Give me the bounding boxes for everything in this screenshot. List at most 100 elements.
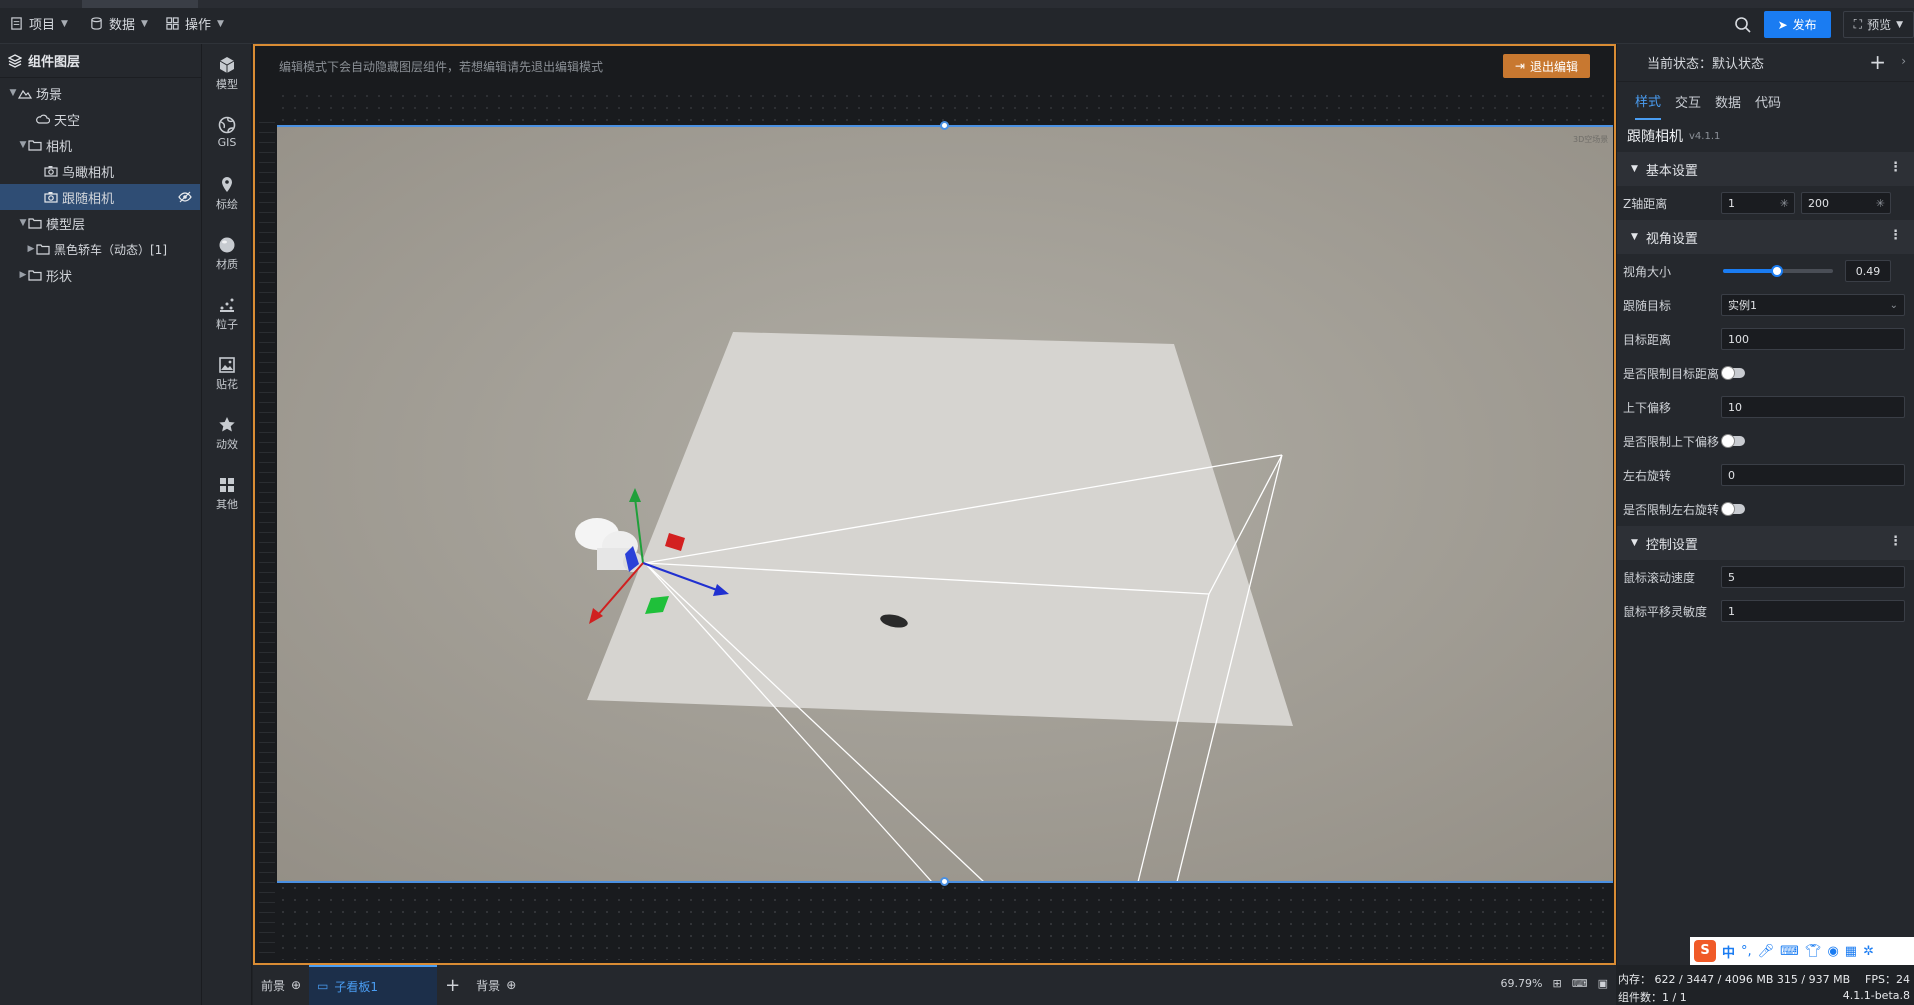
caret-right-icon[interactable]: ▶ xyxy=(18,270,28,280)
section-control[interactable]: ▼ 控制设置 ⋮ xyxy=(1617,526,1914,560)
z-min-input[interactable]: 1 ✳ xyxy=(1721,192,1795,214)
terminal-icon[interactable]: ▣ xyxy=(1598,977,1608,990)
vertical-offset-input[interactable]: 10 xyxy=(1721,396,1905,418)
menu-project[interactable]: 项目 ▼ xyxy=(10,14,68,33)
keyboard-icon[interactable]: ⌨ xyxy=(1780,944,1799,959)
tab-foreground[interactable]: 前景 ⊕ xyxy=(253,965,309,1005)
tab-interaction[interactable]: 交互 xyxy=(1675,84,1701,119)
zoom-level: 69.79% xyxy=(1500,977,1543,990)
caret-down-icon[interactable]: ▼ xyxy=(8,88,18,98)
tree-item-birdseye-camera[interactable]: 鸟瞰相机 xyxy=(0,158,200,184)
sidebar-item-label: 其他 xyxy=(216,498,238,511)
caret-right-icon[interactable]: ▶ xyxy=(26,244,36,254)
fov-slider-track[interactable] xyxy=(1723,265,1833,277)
fov-value-input[interactable]: 0.49 xyxy=(1845,260,1891,282)
tree-item-shape[interactable]: ▶ 形状 xyxy=(0,262,200,288)
apps-icon[interactable]: ▦ xyxy=(1845,944,1857,959)
add-board-button[interactable]: + xyxy=(437,965,468,1005)
prop-label: 是否限制目标距离 xyxy=(1623,366,1720,381)
tree-item-model-layer[interactable]: ▼ 模型层 xyxy=(0,210,200,236)
limit-target-distance-toggle[interactable] xyxy=(1721,366,1745,380)
more-icon[interactable]: ⋮ xyxy=(1889,160,1902,175)
search-icon[interactable] xyxy=(1734,16,1752,34)
limit-vertical-offset-toggle[interactable] xyxy=(1721,434,1745,448)
z-max-input[interactable]: 200 ✳ xyxy=(1801,192,1891,214)
sidebar-item-decal[interactable]: 贴花 xyxy=(202,356,252,392)
sidebar-item-model[interactable]: 模型 xyxy=(202,56,252,92)
punctuation-icon[interactable]: °, xyxy=(1741,944,1752,959)
exit-edit-button[interactable]: ⇥ 退出编辑 xyxy=(1502,54,1590,78)
add-circle-icon[interactable]: ⊕ xyxy=(291,978,301,992)
tree-item-label: 跟随相机 xyxy=(62,191,115,207)
add-state-icon[interactable]: + xyxy=(1869,50,1886,74)
tab-style[interactable]: 样式 xyxy=(1635,83,1662,120)
sidebar-item-plot[interactable]: 标绘 xyxy=(202,176,252,212)
tab-subboard[interactable]: ▭ 子看板1 xyxy=(309,965,438,1005)
skin-icon[interactable]: 👕︎ xyxy=(1805,944,1822,959)
tab-background[interactable]: 背景 ⊕ xyxy=(468,965,524,1005)
field-value: 1 xyxy=(1728,604,1735,618)
sidebar-item-particle[interactable]: 粒子 xyxy=(202,296,252,332)
caret-down-icon: ▼ xyxy=(1631,538,1638,548)
menu-data-label: 数据 xyxy=(109,18,136,33)
ime-mode[interactable]: 中 xyxy=(1722,942,1735,961)
keyboard-icon[interactable]: ⌨ xyxy=(1572,977,1588,990)
publish-button-label: 发布 xyxy=(1792,18,1817,32)
sidebar-item-gis[interactable]: GIS xyxy=(202,116,252,149)
add-circle-icon[interactable]: ⊕ xyxy=(506,978,516,992)
resize-handle-top[interactable] xyxy=(940,121,949,130)
menu-data[interactable]: 数据 ▼ xyxy=(90,14,148,33)
microphone-icon[interactable]: 🎤︎ xyxy=(1758,944,1775,959)
section-view[interactable]: ▼ 视角设置 ⋮ xyxy=(1617,220,1914,254)
caret-down-icon[interactable]: ▼ xyxy=(18,218,28,228)
menu-operate[interactable]: 操作 ▼ xyxy=(166,14,224,33)
tree-item-label: 模型层 xyxy=(46,217,86,233)
sidebar-item-effect[interactable]: 动效 xyxy=(202,416,252,452)
chevron-right-icon[interactable]: › xyxy=(1901,54,1906,68)
camera-icon xyxy=(44,166,58,177)
sidebar-item-other[interactable]: 其他 xyxy=(202,476,252,512)
fov-slider-thumb[interactable] xyxy=(1770,265,1783,277)
eye-hidden-icon[interactable] xyxy=(178,190,192,204)
component-type-bar: 模型 GIS 标绘 材质 粒子 贴花 动效 其他 xyxy=(202,44,252,1005)
more-icon[interactable]: ⋮ xyxy=(1889,228,1902,243)
prop-target-distance: 目标距离 100 xyxy=(1617,322,1914,356)
sidebar-item-label: 模型 xyxy=(216,78,238,91)
caret-down-icon[interactable]: ▼ xyxy=(18,140,28,150)
field-value: 10 xyxy=(1728,400,1742,414)
scroll-speed-input[interactable]: 5 xyxy=(1721,566,1905,588)
publish-button[interactable]: ➤ 发布 xyxy=(1763,11,1831,38)
fov-slider-fill xyxy=(1723,269,1777,273)
tree-item-camera-group[interactable]: ▼ 相机 xyxy=(0,132,200,158)
horizontal-rotation-input[interactable]: 0 xyxy=(1721,464,1905,486)
tree-item-follow-camera[interactable]: 跟随相机 xyxy=(0,184,200,210)
more-icon[interactable]: ⋮ xyxy=(1889,534,1902,549)
tab-code[interactable]: 代码 xyxy=(1755,84,1781,119)
ime-toolbar[interactable]: S 中 °, 🎤︎ ⌨ 👕︎ ◉ ▦ ✲ xyxy=(1690,937,1914,965)
gamepad-icon[interactable]: ◉ xyxy=(1827,944,1838,959)
limit-horizontal-rotation-toggle[interactable] xyxy=(1721,502,1745,516)
target-distance-input[interactable]: 100 xyxy=(1721,328,1905,350)
fit-screen-icon[interactable]: ⊞ xyxy=(1552,977,1561,990)
follow-target-select[interactable]: 实例1 ⌄ xyxy=(1721,294,1905,316)
field-value: 0.49 xyxy=(1855,264,1881,278)
sidebar-item-material[interactable]: 材质 xyxy=(202,236,252,272)
tree-item-sky[interactable]: 天空 xyxy=(0,106,200,132)
tree-item-scene[interactable]: ▼ 场景 xyxy=(0,80,200,106)
tree-item-black-car[interactable]: ▶ 黑色轿车（动态）[1] xyxy=(0,236,200,262)
chevron-down-icon: ▼ xyxy=(217,18,224,29)
exit-edit-label: 退出编辑 xyxy=(1529,59,1578,74)
prop-vertical-offset: 上下偏移 10 xyxy=(1617,390,1914,424)
scene-editor: 编辑模式下会自动隐藏图层组件，若想编辑请先退出编辑模式 ⇥ 退出编辑 3D空场景 xyxy=(253,44,1616,965)
preview-button[interactable]: ⛶ 预览 ▼ xyxy=(1842,11,1914,38)
active-window-tab[interactable] xyxy=(82,0,198,8)
plus-icon: + xyxy=(445,974,461,996)
3d-viewport[interactable]: 3D空场景 xyxy=(277,126,1613,882)
status-bar: 内存： 622 / 3447 / 4096 MB 315 / 937 MB FP… xyxy=(1616,965,1914,1005)
cloud-icon xyxy=(36,114,50,124)
settings-icon[interactable]: ✲ xyxy=(1863,944,1874,959)
pan-sensitivity-input[interactable]: 1 xyxy=(1721,600,1905,622)
section-basic[interactable]: ▼ 基本设置 ⋮ xyxy=(1617,152,1914,186)
tab-data[interactable]: 数据 xyxy=(1715,84,1741,119)
field-value: 实例1 xyxy=(1728,299,1757,312)
